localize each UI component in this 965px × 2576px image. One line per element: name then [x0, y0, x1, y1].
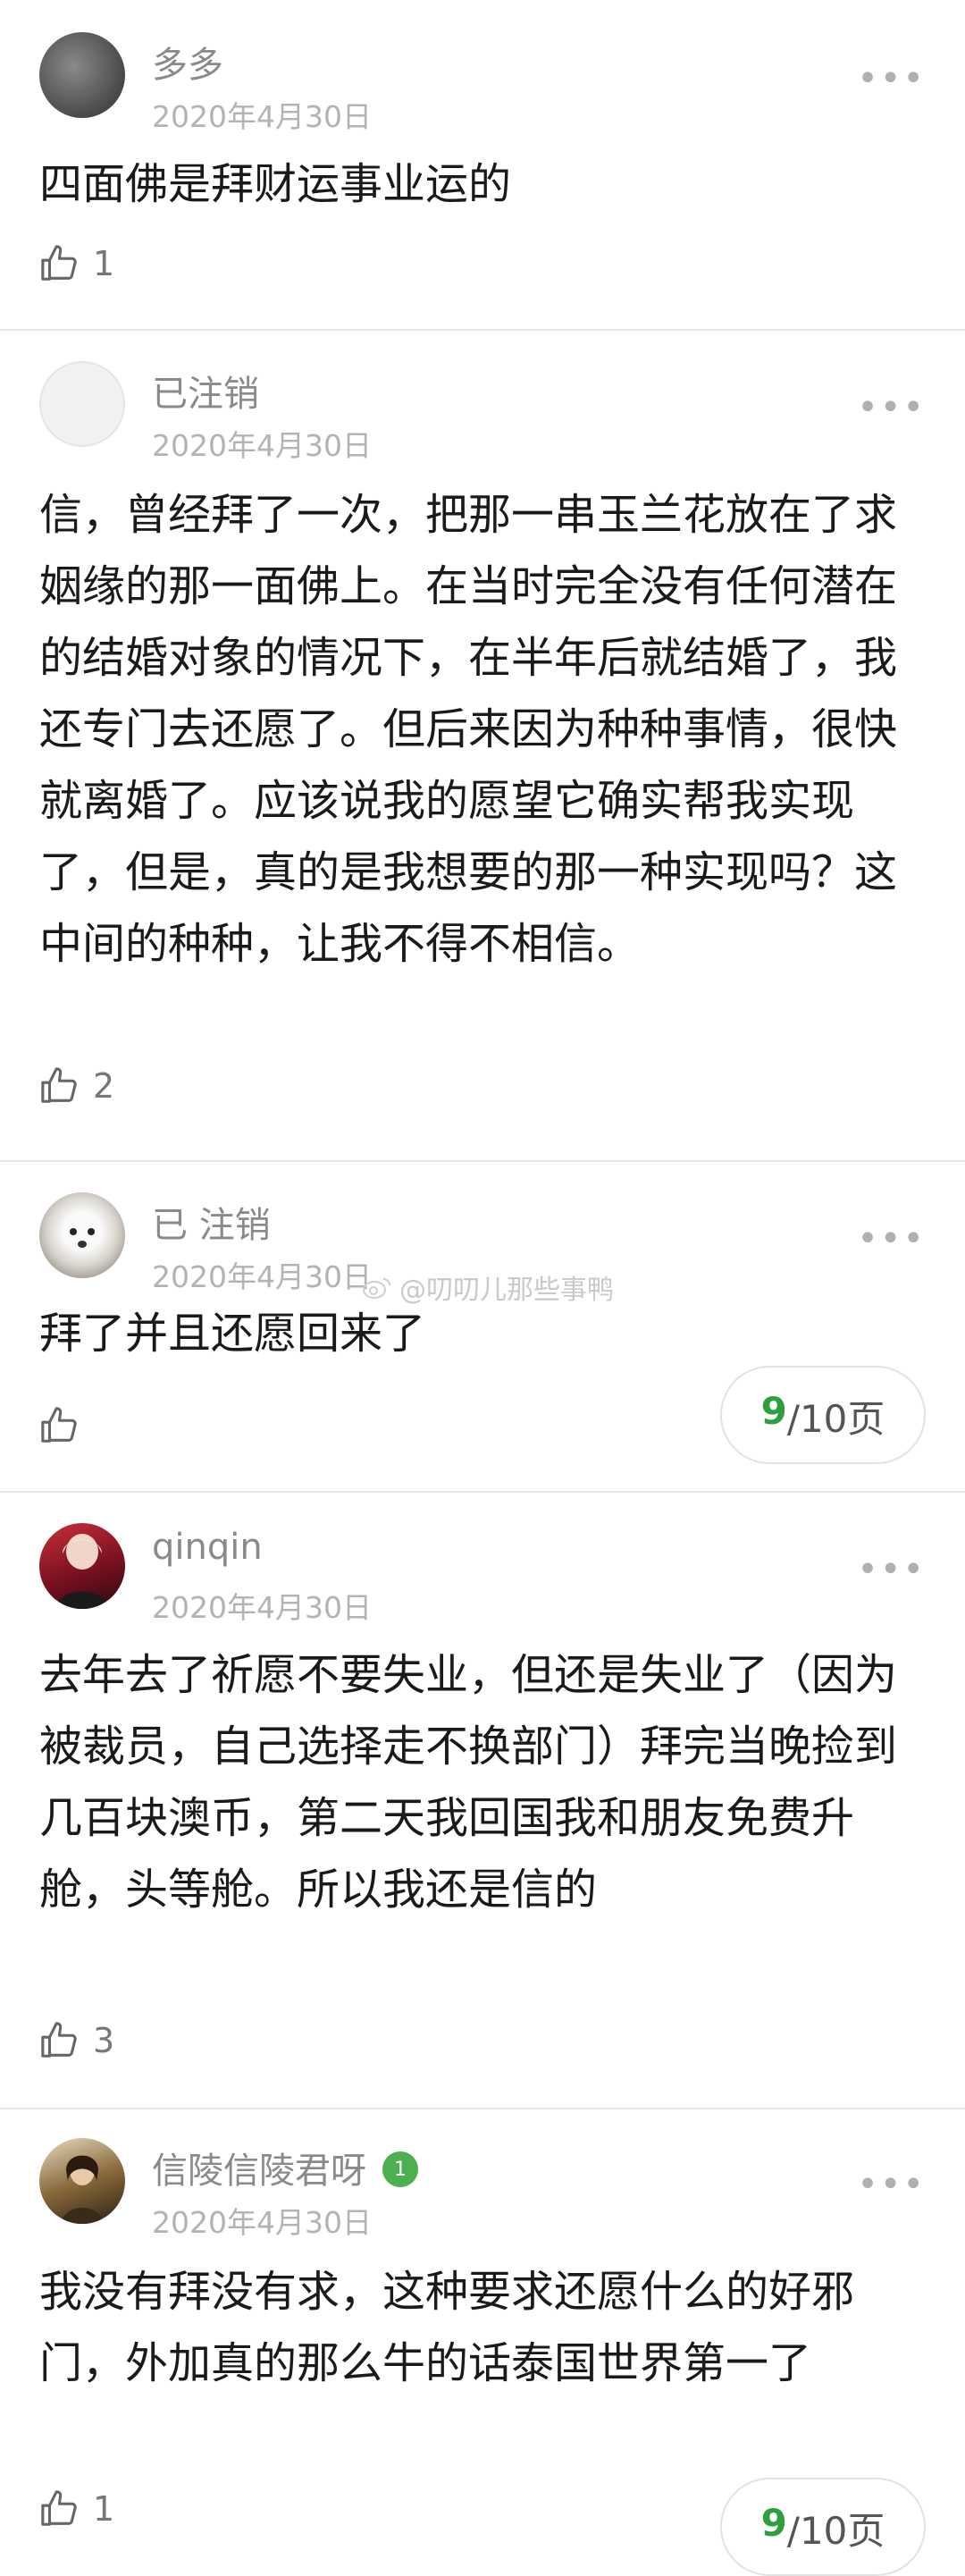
- username[interactable]: 多多: [152, 36, 223, 88]
- more-dots-icon[interactable]: •••: [857, 61, 926, 97]
- like-count: 2: [93, 1066, 115, 1106]
- avatar[interactable]: [39, 32, 125, 118]
- username[interactable]: qinqin: [152, 1527, 263, 1568]
- comment-date: 2020年4月30日: [152, 1259, 372, 1294]
- page-indicator[interactable]: 9/10页: [720, 2478, 926, 2576]
- watermark: @叨叨儿那些事鸭: [362, 1267, 614, 1307]
- comment-date: 2020年4月30日: [152, 1590, 372, 1625]
- avatar[interactable]: [39, 361, 125, 447]
- username-text: 信陵信陵君呀: [152, 2151, 366, 2192]
- comment-item: 信陵信陵君呀 1 2020年4月30日 ••• 我没有拜没有求，这种要求还愿什么的…: [0, 2109, 965, 2576]
- comment-text: 我没有拜没有求，这种要求还愿什么的好邪门，外加真的那么牛的话泰国世界第一了: [39, 2267, 855, 2388]
- dog-face-icon: [70, 1228, 95, 1248]
- person-photo-icon: [61, 2155, 104, 2224]
- avatar[interactable]: [39, 2138, 125, 2224]
- username[interactable]: 已 注销: [152, 1196, 271, 1248]
- like-button[interactable]: 1: [39, 2488, 114, 2530]
- like-button[interactable]: 3: [39, 2020, 114, 2061]
- level-badge-icon: 1: [382, 2151, 418, 2187]
- more-dots-icon[interactable]: •••: [857, 2167, 926, 2202]
- more-dots-icon[interactable]: •••: [857, 1552, 926, 1587]
- like-button[interactable]: 1: [39, 243, 114, 284]
- comment-item: 已注销 2020年4月30日 ••• 信，曾经拜了一次，把那一串玉兰花放在了求姻…: [0, 331, 965, 1162]
- comment-text: 拜了并且还愿回来了: [39, 1309, 426, 1359]
- comment-text: 去年去了祈愿不要失业，但还是失业了（因为被裁员，自己选择走不换部门）拜完当晚捡到…: [39, 1650, 898, 1915]
- comment-item: 已 注销 2020年4月30日 ••• 拜了并且还愿回来了 9/10页: [0, 1162, 965, 1493]
- like-count: 3: [93, 2021, 115, 2060]
- username[interactable]: 信陵信陵君呀 1: [152, 2142, 418, 2193]
- like-count: 1: [93, 244, 115, 283]
- comment-date: 2020年4月30日: [152, 428, 372, 463]
- username[interactable]: 已注销: [152, 365, 259, 417]
- comment-date: 2020年4月30日: [152, 2205, 372, 2240]
- thumbs-up-icon: [41, 1407, 77, 1443]
- comment-text: 信，曾经拜了一次，把那一串玉兰花放在了求姻缘的那一面佛上。在当时完全没有任何潜在…: [39, 490, 898, 969]
- avatar[interactable]: [39, 1192, 125, 1278]
- thumbs-up-icon: [41, 2490, 77, 2526]
- like-button[interactable]: 2: [39, 1065, 114, 1107]
- comment-item: qinqin 2020年4月30日 ••• 去年去了祈愿不要失业，但还是失业了（…: [0, 1493, 965, 2109]
- person-photo-icon: [55, 1534, 109, 1609]
- watermark-text: @叨叨儿那些事鸭: [399, 1275, 614, 1306]
- current-page: 9: [760, 2501, 787, 2545]
- weibo-icon: [363, 1278, 390, 1299]
- total-pages: /10页: [786, 1397, 885, 1441]
- total-pages: /10页: [786, 2509, 885, 2553]
- comment-date: 2020年4月30日: [152, 99, 372, 134]
- more-dots-icon[interactable]: •••: [857, 1221, 926, 1257]
- more-dots-icon[interactable]: •••: [857, 390, 926, 425]
- current-page: 9: [760, 1389, 787, 1433]
- thumbs-up-icon: [41, 1067, 77, 1103]
- avatar[interactable]: [39, 1523, 125, 1609]
- like-button[interactable]: [39, 1405, 93, 1446]
- like-count: 1: [93, 2489, 115, 2529]
- page-indicator[interactable]: 9/10页: [720, 1366, 926, 1464]
- comment-text: 四面佛是拜财运事业运的: [39, 159, 512, 209]
- thumbs-up-icon: [41, 245, 77, 281]
- comment-item: 多多 2020年4月30日 ••• 四面佛是拜财运事业运的 1: [0, 0, 965, 331]
- thumbs-up-icon: [41, 2022, 77, 2058]
